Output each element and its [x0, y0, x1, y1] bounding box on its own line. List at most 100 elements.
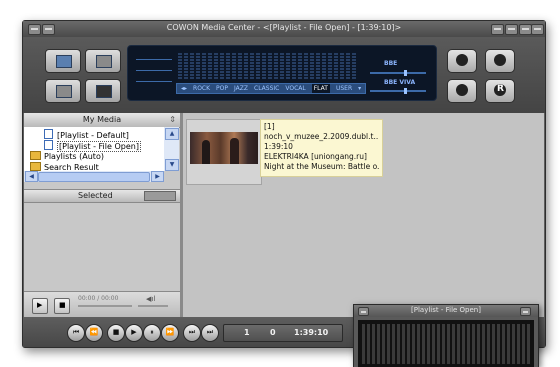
mini-seek-bar[interactable]	[78, 305, 132, 307]
media-thumbnail[interactable]	[186, 119, 262, 185]
headphone-icon	[456, 84, 468, 96]
power-button[interactable]	[485, 49, 515, 73]
float-close-button[interactable]	[520, 307, 531, 316]
playback-time: 1:39:10	[294, 328, 329, 337]
rewind-icon: ⏪	[89, 328, 99, 336]
eq-preset-bar: ◂▸ ROCK POP JAZZ CLASSIC VOCAL FLAT USER…	[176, 83, 367, 94]
media-title: Night at the Museum: Battle o...	[264, 162, 379, 171]
title-bar[interactable]: COWON Media Center - <[Playlist - File O…	[23, 21, 545, 37]
sort-arrow-icon[interactable]: ⇕	[169, 115, 176, 124]
device-button[interactable]	[85, 49, 121, 73]
my-media-title: My Media	[82, 115, 122, 124]
counter-zero: 0	[270, 328, 276, 337]
volume-icon[interactable]: ◀ıl	[146, 295, 155, 303]
sync-button[interactable]	[45, 79, 81, 103]
horizontal-scroll-thumb[interactable]	[38, 172, 150, 182]
eq-preset-flat[interactable]: FLAT	[311, 84, 330, 93]
media-filename: noch_v_muzee_2.2009.dubl.t...	[264, 132, 379, 141]
pause-icon: ⏸	[150, 328, 154, 336]
bbe-slider[interactable]	[370, 70, 426, 76]
stop-icon: ■	[112, 328, 120, 336]
bbe-viva-slider[interactable]	[370, 88, 426, 94]
mini-play-button[interactable]: ▶	[32, 298, 48, 314]
pause-button[interactable]: ⏸	[143, 324, 161, 342]
eq-dropdown-icon[interactable]: ▾	[358, 84, 361, 93]
mini-time: 00:00 / 00:00	[78, 295, 119, 302]
media-artist: ELEKTRI4KA [uniongang.ru]	[264, 152, 367, 161]
next-track-button[interactable]: ⏭	[201, 324, 219, 342]
monitor-icon	[96, 55, 112, 68]
play-icon: ▶	[37, 301, 43, 309]
tree-horizontal-scrollbar[interactable]: ◀ ▶	[24, 171, 164, 182]
eq-preset-jazz[interactable]: JAZZ	[234, 84, 248, 93]
headphone-button[interactable]	[447, 79, 477, 103]
media-info-card[interactable]: [1] noch_v_muzee_2.2009.dubl.t... 1:39:1…	[260, 119, 383, 177]
eq-preset-vocal[interactable]: VOCAL	[285, 84, 305, 93]
stop-icon: ■	[59, 301, 66, 309]
tree-vertical-scrollbar[interactable]: ▲ ▼	[164, 127, 179, 171]
player-icon	[96, 85, 112, 98]
power-icon	[494, 54, 506, 66]
selected-area	[24, 203, 180, 289]
mini-player: ▶ ■ 00:00 / 00:00 ◀ıl	[24, 291, 180, 318]
main-window: COWON Media Center - <[Playlist - File O…	[22, 20, 546, 348]
eq-preset-classic[interactable]: CLASSIC	[254, 84, 279, 93]
floating-window-titlebar[interactable]: [Playlist - File Open]	[354, 305, 538, 317]
bbe-viva-label: BBE VIVA	[384, 79, 416, 86]
play-icon: ▶	[131, 328, 137, 336]
prev-button[interactable]: ⏮	[67, 324, 85, 342]
player-button[interactable]	[85, 79, 121, 103]
tree-item-playlist-default[interactable]: [Playlist - Default]	[44, 129, 129, 140]
selected-header: Selected	[24, 189, 180, 203]
playlist-content: [1] noch_v_muzee_2.2009.dubl.t... 1:39:1…	[183, 113, 544, 317]
mini-stop-button[interactable]: ■	[54, 298, 70, 314]
control-panel: ◂▸ ROCK POP JAZZ CLASSIC VOCAL FLAT USER…	[23, 37, 545, 125]
rewind-button[interactable]: ⏪	[85, 324, 103, 342]
media-tree: [Playlist - Default] [Playlist - File Op…	[24, 127, 164, 171]
media-library-button[interactable]	[45, 49, 81, 73]
track-number: 1	[244, 328, 250, 337]
playback-counter: 1 0 1:39:10	[223, 324, 343, 342]
display-controls[interactable]	[136, 52, 172, 82]
minimize-button[interactable]	[491, 24, 504, 35]
close-button[interactable]	[531, 24, 544, 35]
media-index: [1]	[264, 122, 275, 131]
my-media-header[interactable]: My Media ⇕	[24, 113, 180, 128]
play-button[interactable]: ▶	[125, 324, 143, 342]
movie-frame-image	[190, 132, 258, 164]
connect-button[interactable]	[447, 49, 477, 73]
forward-button[interactable]: ⏩	[161, 324, 179, 342]
playlist-file-icon	[44, 140, 53, 150]
forward-icon: ⏩	[165, 328, 175, 336]
tree-item-search-result[interactable]: Search Result	[30, 162, 99, 171]
scroll-down-icon[interactable]: ▼	[165, 159, 179, 171]
eq-preset-rock[interactable]: ROCK	[193, 84, 210, 93]
stop-button[interactable]: ■	[107, 324, 125, 342]
tree-item-playlists-auto[interactable]: Playlists (Auto)	[30, 151, 104, 162]
monitor-sync-icon	[56, 85, 72, 98]
scroll-up-icon[interactable]: ▲	[165, 128, 179, 140]
scroll-right-icon[interactable]: ▶	[151, 171, 164, 182]
playlist-file-icon	[44, 129, 53, 139]
eq-arrow-icon[interactable]: ◂▸	[181, 84, 187, 93]
library-icon	[56, 55, 72, 68]
eq-preset-user[interactable]: USER	[336, 84, 352, 93]
bbe-label: BBE	[384, 60, 398, 67]
scroll-left-icon[interactable]: ◀	[25, 171, 38, 182]
floating-spectrum	[358, 320, 534, 367]
media-duration: 1:39:10	[264, 142, 293, 151]
tree-item-playlist-file-open[interactable]: [Playlist - File Open]	[44, 140, 141, 152]
selected-options-button[interactable]	[144, 191, 176, 201]
mini-volume-bar[interactable]	[138, 305, 168, 307]
eq-preset-pop[interactable]: POP	[216, 84, 228, 93]
folder-icon	[30, 151, 41, 160]
prev-icon: ⏮	[72, 328, 80, 336]
maximize-button[interactable]	[505, 24, 518, 35]
next-button[interactable]: ⏭	[183, 324, 201, 342]
connect-icon	[456, 54, 468, 66]
record-button[interactable]	[485, 79, 515, 103]
selected-title: Selected	[78, 191, 113, 200]
window-title: COWON Media Center - <[Playlist - File O…	[166, 23, 402, 32]
left-panel: My Media ⇕ [Playlist - Default] [Playlis…	[24, 113, 180, 318]
floating-playlist-window[interactable]: [Playlist - File Open]	[353, 304, 539, 367]
